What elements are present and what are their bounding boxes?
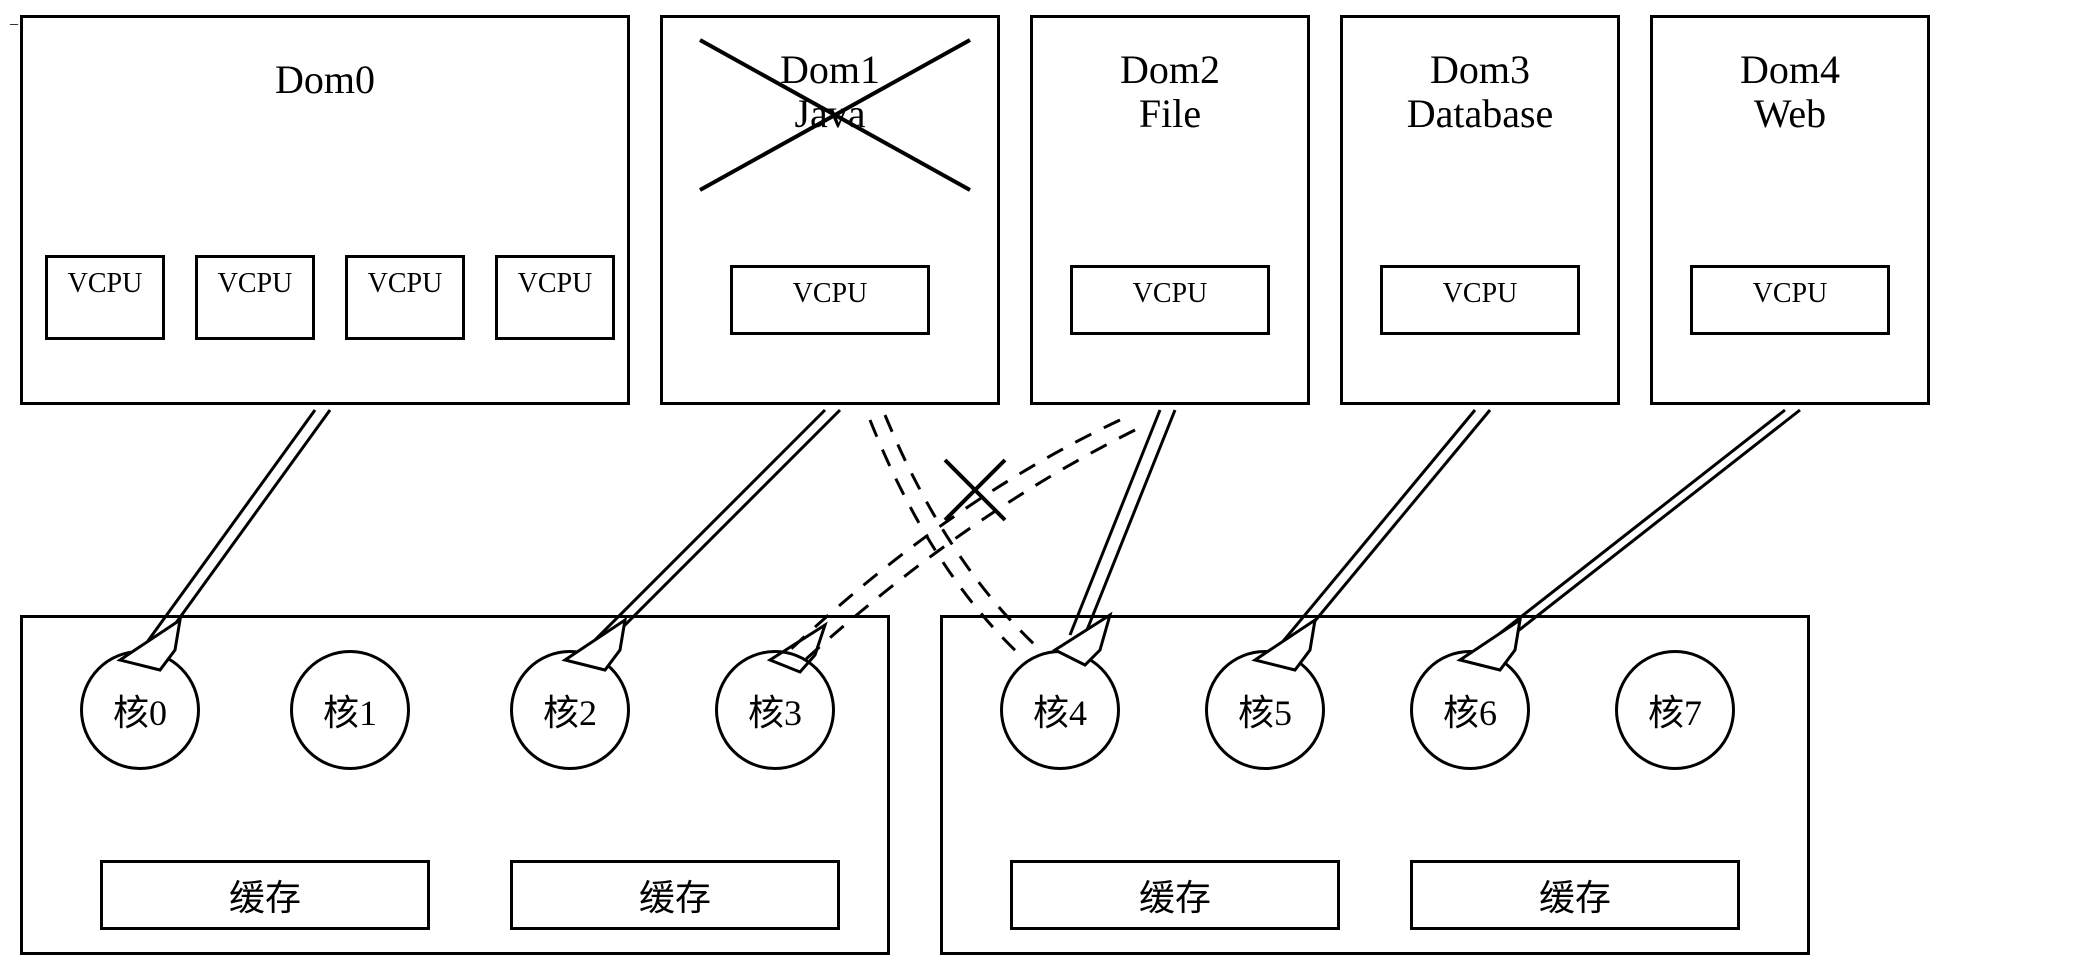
dom4-box: Dom4 Web <box>1650 15 1930 405</box>
dom0-vcpu-3: VCPU <box>495 255 615 340</box>
core-5: 核5 <box>1205 650 1325 770</box>
dom2-vcpu: VCPU <box>1070 265 1270 335</box>
core-1: 核1 <box>290 650 410 770</box>
dom2-subtitle: File <box>1033 92 1307 136</box>
core-2: 核2 <box>510 650 630 770</box>
cache-1: 缓存 <box>510 860 840 930</box>
cache-2: 缓存 <box>1010 860 1340 930</box>
dom2-box: Dom2 File <box>1030 15 1310 405</box>
dom4-title: Dom4 <box>1653 48 1927 92</box>
dom4-vcpu: VCPU <box>1690 265 1890 335</box>
dom1-title: Dom1 <box>663 48 997 92</box>
dom0-vcpu-0: VCPU <box>45 255 165 340</box>
cross-cancelled-migration <box>945 460 1005 520</box>
cache-0: 缓存 <box>100 860 430 930</box>
core-4: 核4 <box>1000 650 1120 770</box>
dom4-subtitle: Web <box>1653 92 1927 136</box>
dom0-vcpu-2: VCPU <box>345 255 465 340</box>
dom2-title: Dom2 <box>1033 48 1307 92</box>
dom0-box: Dom0 <box>20 15 630 405</box>
dom1-vcpu: VCPU <box>730 265 930 335</box>
dom3-vcpu: VCPU <box>1380 265 1580 335</box>
vm-scheduling-diagram: Dom0 VCPU VCPU VCPU VCPU Dom1 Java VCPU … <box>10 10 2079 959</box>
core-7: 核7 <box>1615 650 1735 770</box>
core-3: 核3 <box>715 650 835 770</box>
dom1-box: Dom1 Java <box>660 15 1000 405</box>
dom3-subtitle: Database <box>1343 92 1617 136</box>
core-0: 核0 <box>80 650 200 770</box>
dom0-title: Dom0 <box>23 58 627 102</box>
dom3-title: Dom3 <box>1343 48 1617 92</box>
dom1-subtitle: Java <box>663 92 997 136</box>
cache-3: 缓存 <box>1410 860 1740 930</box>
dom3-box: Dom3 Database <box>1340 15 1620 405</box>
core-6: 核6 <box>1410 650 1530 770</box>
dom0-vcpu-1: VCPU <box>195 255 315 340</box>
